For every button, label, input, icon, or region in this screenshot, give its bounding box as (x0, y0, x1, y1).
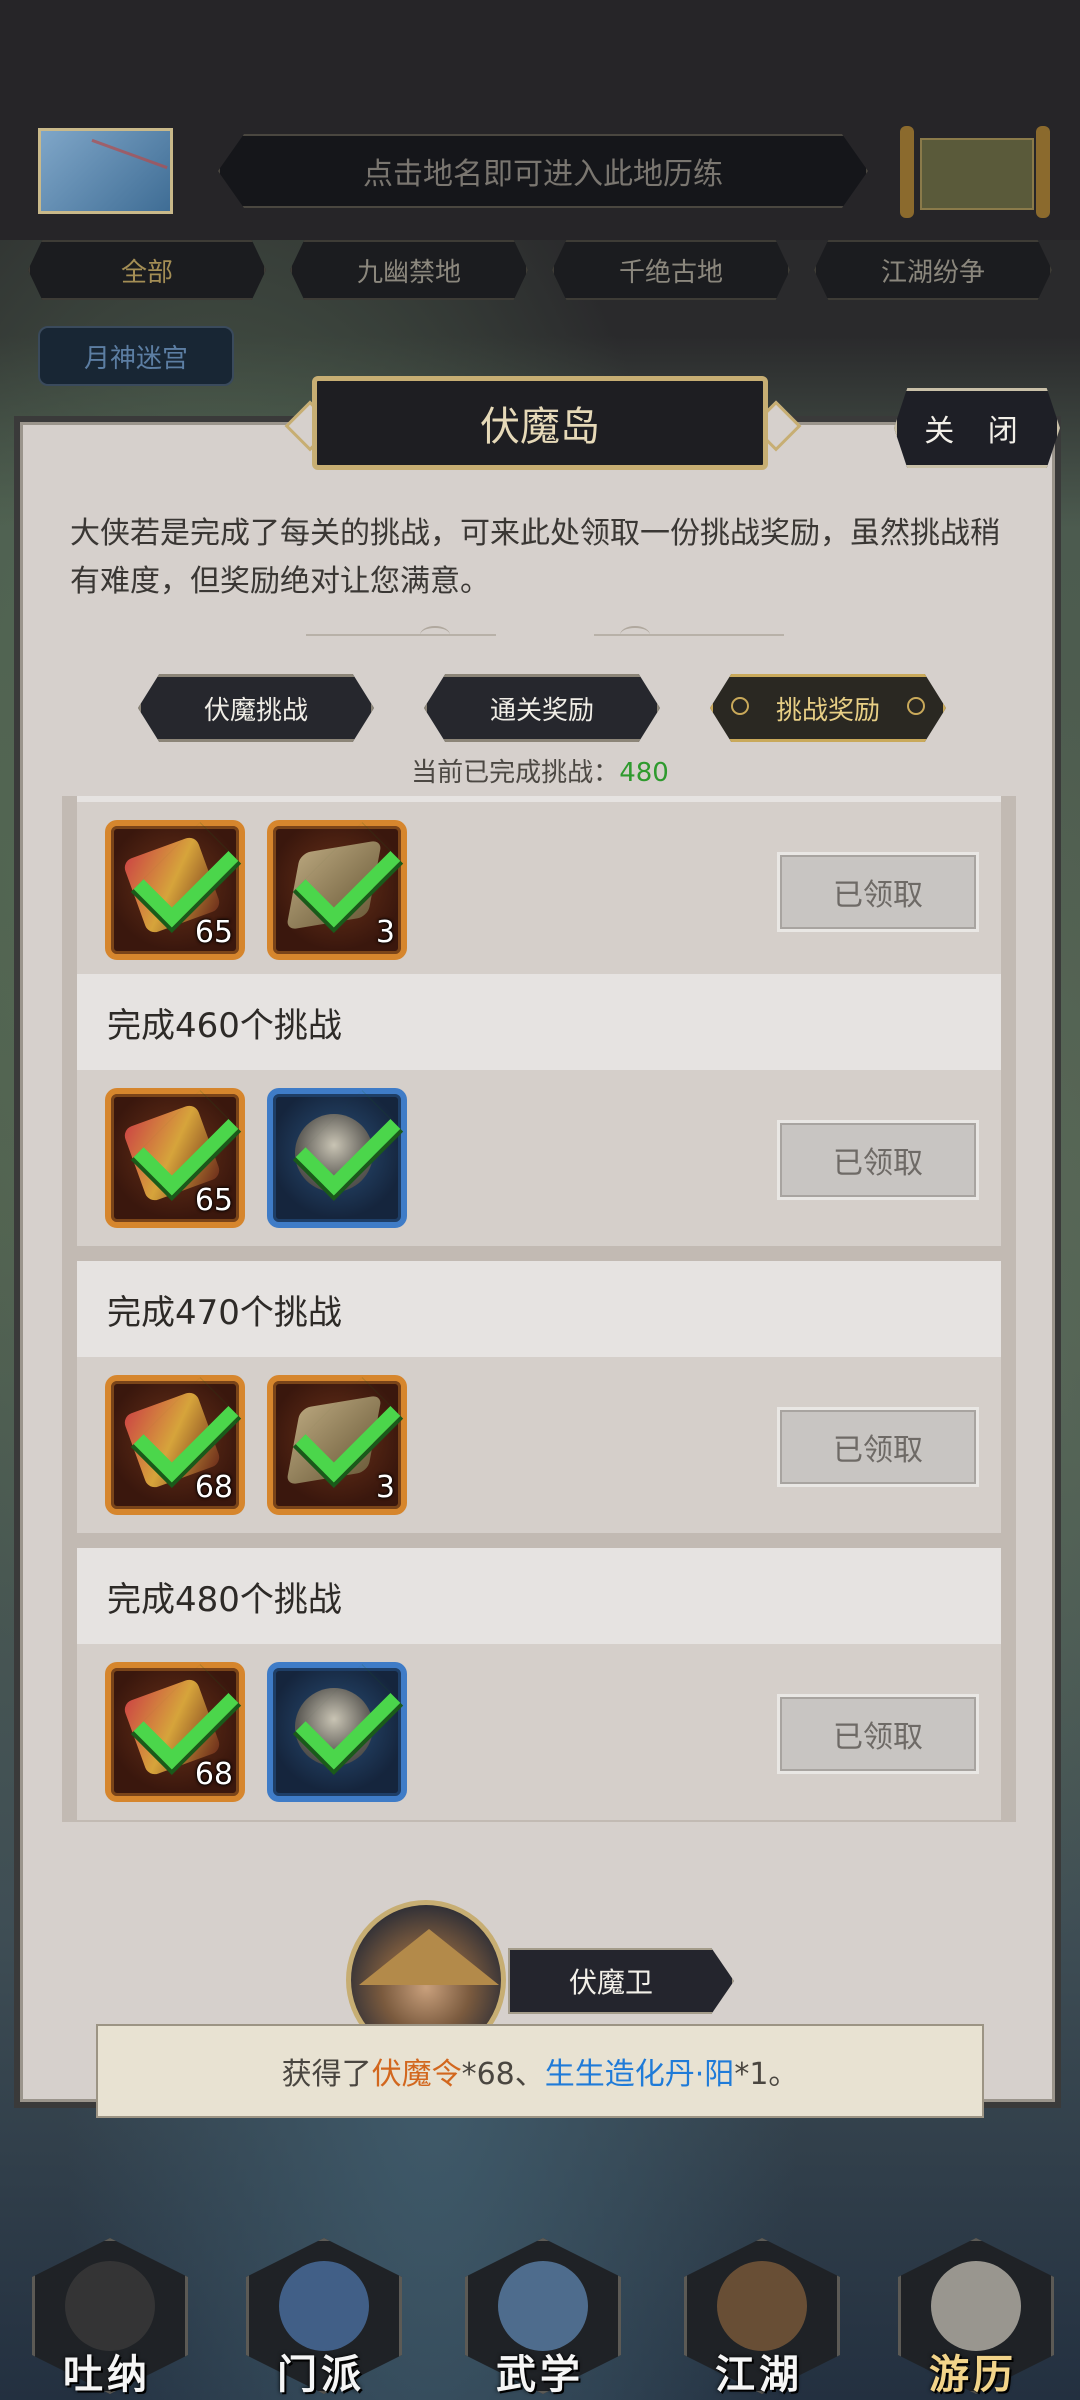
claimed-button[interactable]: 已领取 (777, 1407, 979, 1487)
reward-body: 68 3 已领取 (77, 1357, 1001, 1533)
seal-icon (49, 141, 67, 201)
reward-item-fumo-token[interactable]: 65 (105, 820, 245, 960)
item-quantity: 65 (194, 1183, 233, 1218)
item-quantity: 68 (194, 1757, 233, 1792)
reward-item-fumo-token[interactable]: 65 (105, 1088, 245, 1228)
reward-toast: 获得了 伏魔令 *68、 生生造化丹·阳 *1。 (96, 2024, 984, 2118)
claimed-button[interactable]: 已领取 (777, 852, 979, 932)
item-quantity: 3 (375, 1470, 395, 1505)
tab-ornament (731, 697, 749, 715)
progress-text: 当前已完成挑战：480 (411, 758, 669, 788)
scroll-icon[interactable] (900, 126, 1050, 218)
tab-fumo-challenge[interactable]: 伏魔挑战 (138, 674, 374, 742)
nav-label: 游历 (929, 2352, 1017, 2398)
bottom-nav: 吐纳 门派 武学 江湖 游历 (0, 2220, 1080, 2400)
reward-body: 68 已领取 (77, 1644, 1001, 1820)
reward-item-manual[interactable]: 3 (267, 820, 407, 960)
divider (594, 634, 784, 636)
npc-name: 伏魔卫 (508, 1948, 734, 2014)
close-button[interactable]: 关 闭 (894, 388, 1060, 468)
region-tab-qianjue[interactable]: 千绝古地 (552, 240, 790, 300)
martial-arts-icon (498, 2261, 588, 2351)
toast-item-1: 伏魔令 (371, 2057, 462, 2092)
region-tab-all[interactable]: 全部 (28, 240, 266, 300)
nav-label: 门派 (277, 2352, 365, 2398)
claimed-button[interactable]: 已领取 (777, 1694, 979, 1774)
region-tab-moon-maze[interactable]: 月神迷宫 (38, 326, 234, 386)
reward-list[interactable]: 65 3 已领取 完成460个挑战 65 已领取 完成470个挑战 68 3 已… (62, 796, 1016, 1822)
dialog-description: 大侠若是完成了每关的挑战，可来此处领取一份挑战奖励，虽然挑战稍有难度，但奖励绝对… (70, 516, 1000, 599)
tab-challenge-reward[interactable]: 挑战奖励 (710, 674, 946, 742)
nav-label: 武学 (496, 2352, 584, 2398)
item-quantity: 65 (194, 915, 233, 950)
jianghu-icon (717, 2261, 807, 2351)
dialog-title: 伏魔岛 (312, 376, 768, 470)
meditation-icon (65, 2261, 155, 2351)
reward-item-fumo-token[interactable]: 68 (105, 1375, 245, 1515)
reward-item-elixir[interactable] (267, 1088, 407, 1228)
reward-card: 完成460个挑战 65 已领取 (77, 974, 1001, 1246)
progress-count: 480 (619, 758, 669, 788)
scroll-paper (920, 138, 1034, 210)
divider-ornament (420, 626, 450, 644)
reward-title: 完成480个挑战 (77, 1548, 1001, 1644)
tab-clear-reward[interactable]: 通关奖励 (424, 674, 660, 742)
tab-ornament (907, 697, 925, 715)
nav-label: 江湖 (715, 2352, 803, 2398)
reward-item-elixir[interactable] (267, 1662, 407, 1802)
region-tab-jiuyou[interactable]: 九幽禁地 (290, 240, 528, 300)
hint-bar: 点击地名即可进入此地历练 (218, 134, 868, 208)
sect-icon (279, 2261, 369, 2351)
reward-body: 65 已领取 (77, 1070, 1001, 1246)
divider (306, 634, 496, 636)
reward-item-manual[interactable]: 3 (267, 1375, 407, 1515)
claimed-button[interactable]: 已领取 (777, 1120, 979, 1200)
toast-item-2: 生生造化丹·阳 (544, 2057, 735, 2092)
reward-body: 65 3 已领取 (77, 802, 1001, 978)
scroll-rod (900, 126, 914, 218)
nav-label: 吐纳 (63, 2352, 151, 2398)
travel-icon (931, 2261, 1021, 2351)
item-quantity: 68 (194, 1470, 233, 1505)
map-scroll-button[interactable] (38, 128, 173, 217)
plum-branch-icon (74, 138, 168, 217)
reward-card: 完成470个挑战 68 3 已领取 (77, 1261, 1001, 1533)
reward-title: 完成470个挑战 (77, 1261, 1001, 1357)
scroll-rod (1036, 126, 1050, 218)
bamboo-hat-icon (359, 1929, 499, 1985)
reward-card: 完成480个挑战 68 已领取 (77, 1548, 1001, 1820)
item-quantity: 3 (375, 915, 395, 950)
reward-item-fumo-token[interactable]: 68 (105, 1662, 245, 1802)
region-tab-jianghu[interactable]: 江湖纷争 (814, 240, 1052, 300)
reward-title: 完成460个挑战 (77, 974, 1001, 1070)
reward-card: 65 3 已领取 (77, 796, 1001, 978)
